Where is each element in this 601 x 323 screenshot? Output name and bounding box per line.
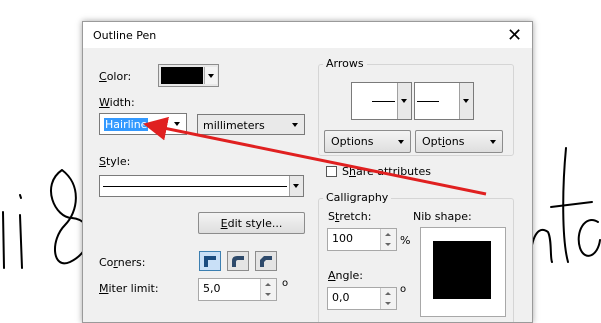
- start-options-label: Options: [331, 135, 374, 148]
- end-arrow-preview: [417, 101, 439, 102]
- edit-style-button[interactable]: Edit style...: [198, 212, 305, 234]
- angle-spin-buttons[interactable]: [380, 288, 396, 309]
- end-options-label: Options: [422, 135, 465, 148]
- color-label: Color:: [99, 70, 132, 83]
- start-arrow-selector[interactable]: [351, 82, 412, 120]
- edit-style-label: Edit style...: [220, 216, 283, 230]
- color-dropdown-arrow[interactable]: [204, 67, 217, 84]
- spin-down-icon[interactable]: [385, 302, 391, 305]
- share-attributes-checkbox[interactable]: [326, 166, 337, 177]
- stretch-spinner[interactable]: 100: [327, 228, 397, 251]
- handwriting-stroke-t-bar: [550, 201, 593, 208]
- color-swatch: [161, 67, 203, 84]
- close-button[interactable]: ✕: [497, 22, 532, 48]
- bevel-corner-icon: [260, 256, 272, 267]
- nib-square: [433, 241, 491, 299]
- handwriting-stroke-dot: [19, 194, 22, 199]
- width-value: Hairline: [104, 118, 149, 131]
- handwriting-stroke-i: [2, 211, 5, 269]
- spin-down-icon[interactable]: [385, 243, 391, 246]
- units-value: millimeters: [203, 119, 265, 132]
- stretch-unit: %: [400, 234, 411, 247]
- style-dropdown-icon[interactable]: [289, 176, 303, 196]
- angle-label: Angle:: [328, 269, 364, 282]
- corner-round-button[interactable]: [227, 251, 249, 271]
- corner-bevel-button[interactable]: [255, 251, 277, 271]
- end-arrow-options-button[interactable]: Options: [415, 130, 503, 153]
- handwriting-stroke-a: [577, 219, 601, 257]
- miter-limit-spin-buttons[interactable]: [260, 279, 276, 300]
- spin-up-icon[interactable]: [385, 233, 391, 236]
- calligraphy-group-title: Calligraphy: [323, 191, 392, 204]
- units-combobox[interactable]: millimeters: [197, 114, 305, 135]
- miter-limit-spinner[interactable]: 5,0: [198, 278, 277, 301]
- nib-shape-preview[interactable]: [420, 227, 506, 317]
- share-attributes-label: Share attributes: [342, 165, 431, 178]
- spin-down-icon[interactable]: [265, 293, 271, 296]
- miter-corner-icon: [204, 256, 216, 267]
- stretch-value: 100: [332, 232, 353, 245]
- width-label: Width:: [99, 96, 135, 109]
- style-combobox[interactable]: [99, 175, 304, 197]
- width-dropdown-icon[interactable]: [174, 122, 180, 126]
- angle-unit: o: [400, 284, 407, 295]
- title-bar: Outline Pen ✕: [83, 22, 532, 48]
- spin-up-icon[interactable]: [265, 283, 271, 286]
- nib-shape-label: Nib shape:: [413, 210, 472, 223]
- units-dropdown-icon[interactable]: [292, 123, 298, 127]
- stretch-label: Stretch:: [328, 210, 372, 223]
- close-icon: ✕: [506, 24, 523, 46]
- stretch-spin-buttons[interactable]: [380, 229, 396, 250]
- corners-label: Corners:: [99, 256, 146, 269]
- width-combobox[interactable]: Hairline: [99, 113, 187, 135]
- corner-miter-button[interactable]: [199, 251, 221, 271]
- miter-limit-label: Miter limit:: [99, 282, 159, 295]
- chevron-down-icon: [490, 139, 496, 144]
- handwriting-stroke-n: [529, 228, 553, 263]
- handwriting-stroke-i2: [19, 214, 23, 269]
- spin-up-icon[interactable]: [385, 292, 391, 295]
- miter-limit-unit: o: [282, 278, 289, 289]
- start-arrow-preview: [372, 101, 395, 102]
- outline-pen-dialog: Outline Pen ✕ Color: Width: Hairline mil…: [82, 21, 533, 323]
- arrows-group-title: Arrows: [323, 57, 367, 70]
- start-arrow-options-button[interactable]: Options: [324, 130, 411, 153]
- end-arrow-dropdown-icon[interactable]: [459, 83, 473, 119]
- angle-spinner[interactable]: 0,0: [327, 287, 397, 310]
- round-corner-icon: [232, 256, 244, 267]
- dialog-title: Outline Pen: [93, 29, 157, 42]
- start-arrow-dropdown-icon[interactable]: [397, 83, 411, 119]
- end-arrow-selector[interactable]: [414, 82, 474, 120]
- style-line-preview: [103, 186, 287, 187]
- color-picker[interactable]: [158, 64, 219, 87]
- angle-value: 0,0: [332, 291, 350, 304]
- miter-limit-value: 5,0: [203, 282, 221, 295]
- chevron-down-icon: [398, 139, 404, 144]
- style-label: Style:: [99, 155, 131, 168]
